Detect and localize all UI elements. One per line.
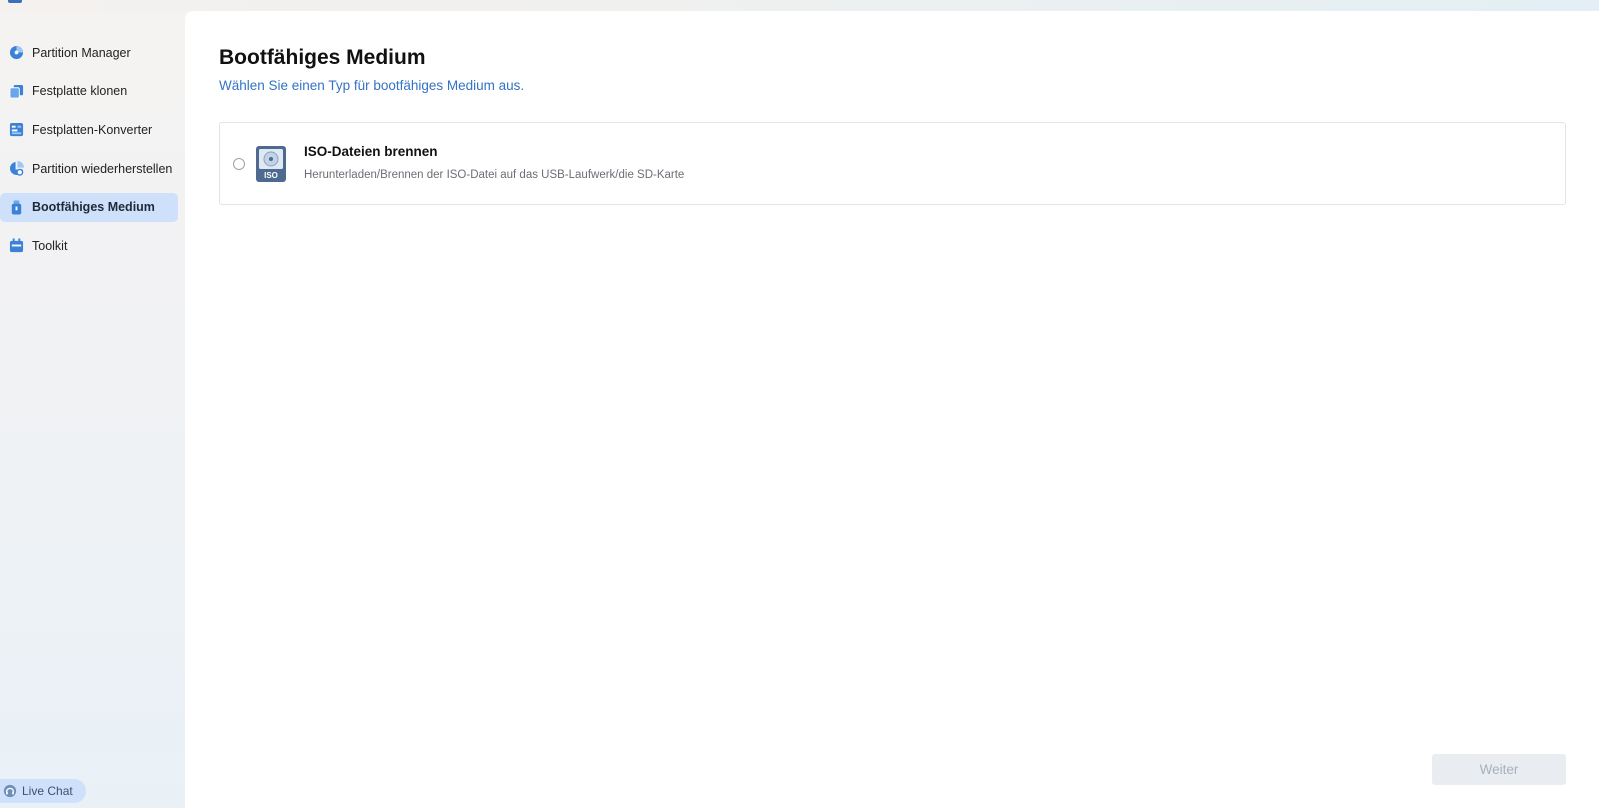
toolkit-icon — [8, 238, 24, 254]
sidebar-item-label: Partition wiederherstellen — [32, 161, 173, 176]
next-button[interactable]: Weiter — [1432, 754, 1566, 785]
live-chat-button[interactable]: Live Chat — [0, 779, 86, 803]
headset-icon — [3, 784, 17, 798]
iso-file-icon: ISO — [255, 145, 287, 183]
sidebar-item-festplatten-konverter[interactable]: Festplatten-Konverter — [0, 115, 178, 144]
main-content: Bootfähiges Medium Wählen Sie einen Typ … — [185, 11, 1599, 808]
sidebar-item-label: Festplatten-Konverter — [32, 122, 153, 137]
sidebar-item-label: Bootfähiges Medium — [32, 200, 155, 215]
option-description: Herunterladen/Brennen der ISO-Datei auf … — [304, 169, 685, 181]
option-radio[interactable] — [233, 158, 245, 170]
sidebar-item-partition-wiederherstellen[interactable]: Partition wiederherstellen — [0, 154, 178, 183]
clone-disk-icon — [8, 83, 24, 99]
sidebar-item-bootfaehiges-medium[interactable]: Bootfähiges Medium — [0, 192, 178, 222]
sidebar-item-festplatte-klonen[interactable]: Festplatte klonen — [0, 77, 178, 106]
option-card-iso-burn[interactable]: ISO ISO-Dateien brennen Herunterladen/Br… — [219, 122, 1566, 205]
sidebar-item-toolkit[interactable]: Toolkit — [0, 231, 178, 260]
live-chat-label: Live Chat — [22, 784, 73, 798]
recover-partition-icon — [8, 161, 24, 177]
sidebar-nav: Partition Manager Festplatte klonen Fest… — [0, 38, 178, 270]
usb-drive-icon — [8, 199, 24, 215]
pie-chart-icon — [8, 45, 24, 61]
app-logo-fragment — [8, 0, 22, 3]
sidebar-item-label: Partition Manager — [32, 45, 131, 60]
sidebar-item-label: Toolkit — [32, 238, 68, 253]
iso-icon-text: ISO — [264, 171, 278, 180]
sidebar-item-label: Festplatte klonen — [32, 84, 128, 99]
sidebar: Partition Manager Festplatte klonen Fest… — [0, 12, 185, 808]
page-title: Bootfähiges Medium — [219, 46, 426, 69]
page-subtitle: Wählen Sie einen Typ für bootfähiges Med… — [219, 78, 525, 93]
sidebar-item-partition-manager[interactable]: Partition Manager — [0, 38, 178, 67]
converter-icon — [8, 122, 24, 138]
option-title: ISO-Dateien brennen — [304, 144, 438, 159]
